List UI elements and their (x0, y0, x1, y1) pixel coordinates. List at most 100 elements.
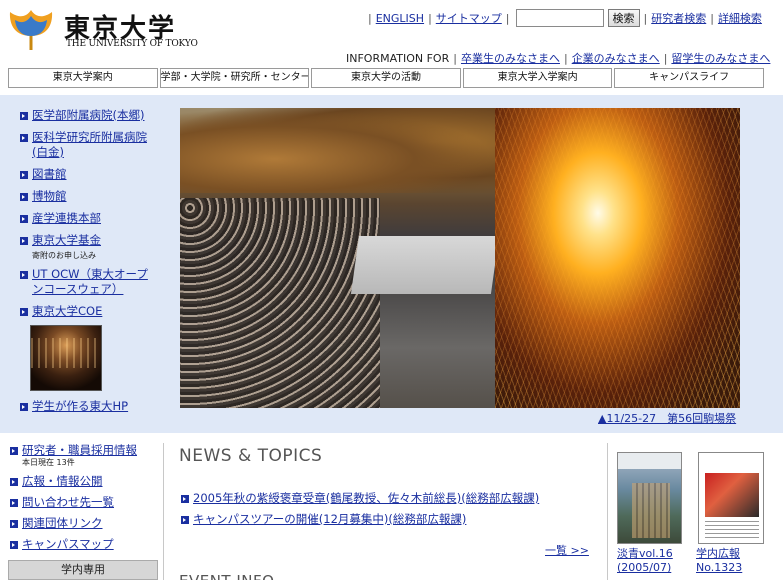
fireworks-photo (495, 108, 740, 408)
information-for-bar: INFORMATION FOR | 卒業生のみなさまへ | 企業のみなさまへ |… (346, 50, 770, 66)
recruitment-count: 本日現在 13件 (22, 458, 75, 467)
arrow-bullet-icon (20, 215, 28, 223)
link-label[interactable]: 関連団体リンク (22, 516, 103, 531)
separator: | (710, 11, 714, 25)
separator: | (663, 51, 668, 65)
advanced-search-link[interactable]: 詳細検索 (718, 10, 762, 26)
arrow-bullet-icon (20, 271, 28, 279)
link-contacts[interactable]: 問い合わせ先一覧 (8, 495, 158, 510)
arrow-bullet-icon (10, 499, 18, 507)
divider (607, 443, 608, 580)
sidebar-item-label[interactable]: UT OCW（東大オープンコースウェア） (32, 267, 158, 297)
news-item[interactable]: キャンパスツアーの開催(12月募集中)(総務部広報課) (179, 512, 599, 527)
crowd (180, 198, 380, 408)
tansei-issue-date[interactable]: (2005/07) (617, 561, 671, 574)
separator: | (453, 51, 457, 65)
event-heading: EVENT INFO (179, 572, 274, 580)
campus-bulletin-cover[interactable] (698, 452, 764, 544)
alumni-link[interactable]: 卒業生のみなさまへ (461, 50, 560, 66)
nav-tab-admissions[interactable]: 東京大学入学案内 (462, 68, 613, 88)
tansei-magazine-cover[interactable] (617, 452, 682, 544)
news-item-label[interactable]: キャンパスツアーの開催(12月募集中)(総務部広報課) (193, 512, 466, 527)
tansei-magazine-caption[interactable]: 淡青vol.16 (2005/07) (617, 547, 687, 575)
separator: | (368, 11, 372, 25)
link-label[interactable]: 問い合わせ先一覧 (22, 495, 114, 510)
feature-photo[interactable] (180, 108, 740, 408)
international-students-link[interactable]: 留学生のみなさまへ (671, 50, 770, 66)
sidebar-item-coe[interactable]: 東京大学COE (18, 304, 158, 319)
sidebar-item-label[interactable]: 博物館 (32, 189, 67, 204)
feature-photo-caption[interactable]: ▲11/25-27 第56回駒場祭 (598, 410, 736, 426)
sidebar-item-label[interactable]: 東京大学基金 (32, 233, 101, 248)
quick-links-sidebar: 医学部附属病院(本郷) 医科学研究所附属病院(白金) 図書館 博物館 産学連携本… (18, 108, 158, 421)
festival-crowd-photo (180, 108, 500, 408)
news-item[interactable]: 2005年秋の紫綬褒章受章(鶴尾教授、佐々木前総長)(総務部広報課) (179, 491, 599, 506)
companies-link[interactable]: 企業のみなさまへ (572, 50, 660, 66)
foundation-note: 寄附のお申し込み (32, 251, 96, 260)
arrow-bullet-icon (181, 495, 189, 503)
search-button[interactable]: 検索 (607, 9, 640, 27)
link-label[interactable]: 広報・情報公開 (22, 474, 103, 489)
tansei-issue-label[interactable]: 淡青vol.16 (617, 547, 673, 560)
arrow-bullet-icon (10, 520, 18, 528)
english-link[interactable]: ENGLISH (376, 12, 424, 25)
sidebar-item-label[interactable]: 図書館 (32, 167, 67, 182)
news-item-label[interactable]: 2005年秋の紫綬褒章受章(鶴尾教授、佐々木前総長)(総務部広報課) (193, 491, 539, 506)
arrow-bullet-icon (20, 112, 28, 120)
arrow-bullet-icon (181, 516, 189, 524)
link-public-relations[interactable]: 広報・情報公開 (8, 474, 158, 489)
news-heading: NEWS & TOPICS (179, 446, 323, 466)
news-more-link[interactable]: 一覧 >> (545, 542, 589, 558)
link-label[interactable]: キャンパスマップ (22, 537, 114, 552)
arrow-bullet-icon (20, 193, 28, 201)
nav-tab-faculties[interactable]: 学部・大学院・研究所・センター (159, 68, 310, 88)
arrow-bullet-icon (10, 541, 18, 549)
sidebar-item-museum[interactable]: 博物館 (18, 189, 158, 204)
sitemap-link[interactable]: サイトマップ (436, 10, 502, 26)
sidebar-item-industry-relations[interactable]: 産学連携本部 (18, 211, 158, 226)
campus-bulletin-number[interactable]: No.1323 (696, 561, 742, 574)
sidebar-item-library[interactable]: 図書館 (18, 167, 158, 182)
sidebar-item-ocw[interactable]: UT OCW（東大オープンコースウェア） (18, 267, 158, 297)
arrow-bullet-icon (20, 237, 28, 245)
campus-bulletin-caption[interactable]: 学内広報 No.1323 (696, 547, 766, 575)
coe-banner-image[interactable] (30, 325, 102, 391)
separator: | (505, 11, 510, 25)
top-utility-links: | ENGLISH | サイトマップ | 検索 | 研究者検索 | 詳細検索 (364, 9, 762, 27)
sidebar-item-foundation[interactable]: 東京大学基金 (18, 233, 158, 248)
nav-tab-activities[interactable]: 東京大学の活動 (311, 68, 461, 88)
sidebar-item-hospital-shirokane[interactable]: 医科学研究所附属病院(白金) (18, 130, 158, 160)
link-recruitment[interactable]: 研究者・職員採用情報 (8, 443, 158, 458)
link-related-orgs[interactable]: 関連団体リンク (8, 516, 158, 531)
global-navigation: 東京大学案内 学部・大学院・研究所・センター 東京大学の活動 東京大学入学案内 … (8, 68, 764, 88)
sidebar-item-label[interactable]: 医学部附属病院(本郷) (32, 108, 144, 123)
nav-tab-campus-life[interactable]: キャンパスライフ (614, 68, 764, 88)
bottom-links: 研究者・職員採用情報 本日現在 13件 広報・情報公開 問い合わせ先一覧 関連団… (8, 443, 158, 558)
link-label[interactable]: 研究者・職員採用情報 (22, 443, 137, 458)
link-campus-map[interactable]: キャンパスマップ (8, 537, 158, 552)
campus-bulletin-label[interactable]: 学内広報 (696, 547, 740, 560)
sidebar-item-label[interactable]: 産学連携本部 (32, 211, 101, 226)
nav-tab-about[interactable]: 東京大学案内 (8, 68, 158, 88)
stage (350, 236, 500, 294)
sidebar-item-label[interactable]: 学生が作る東大HP (32, 399, 128, 414)
sidebar-item-hospital-hongo[interactable]: 医学部附属病院(本郷) (18, 108, 158, 123)
arrow-bullet-icon (20, 171, 28, 179)
autumn-trees (180, 108, 495, 193)
sidebar-item-label[interactable]: 医科学研究所附属病院(白金) (32, 130, 158, 160)
university-logo[interactable]: 東京大学 THE UNIVERSITY OF TOKYO (8, 6, 198, 56)
arrow-bullet-icon (10, 447, 18, 455)
news-list: 2005年秋の紫綬褒章受章(鶴尾教授、佐々木前総長)(総務部広報課) キャンパス… (179, 491, 599, 533)
divider (163, 443, 164, 580)
arrow-bullet-icon (20, 134, 28, 142)
arrow-bullet-icon (10, 478, 18, 486)
separator: | (563, 51, 568, 65)
staff-only-button[interactable]: 学内専用 (8, 560, 158, 580)
search-input[interactable] (515, 9, 604, 27)
sidebar-item-student-hp[interactable]: 学生が作る東大HP (18, 399, 158, 414)
arrow-bullet-icon (20, 403, 28, 411)
arrow-bullet-icon (20, 308, 28, 316)
researcher-search-link[interactable]: 研究者検索 (651, 10, 706, 26)
sidebar-item-label[interactable]: 東京大学COE (32, 304, 102, 319)
ginkgo-leaf-icon (9, 10, 53, 50)
